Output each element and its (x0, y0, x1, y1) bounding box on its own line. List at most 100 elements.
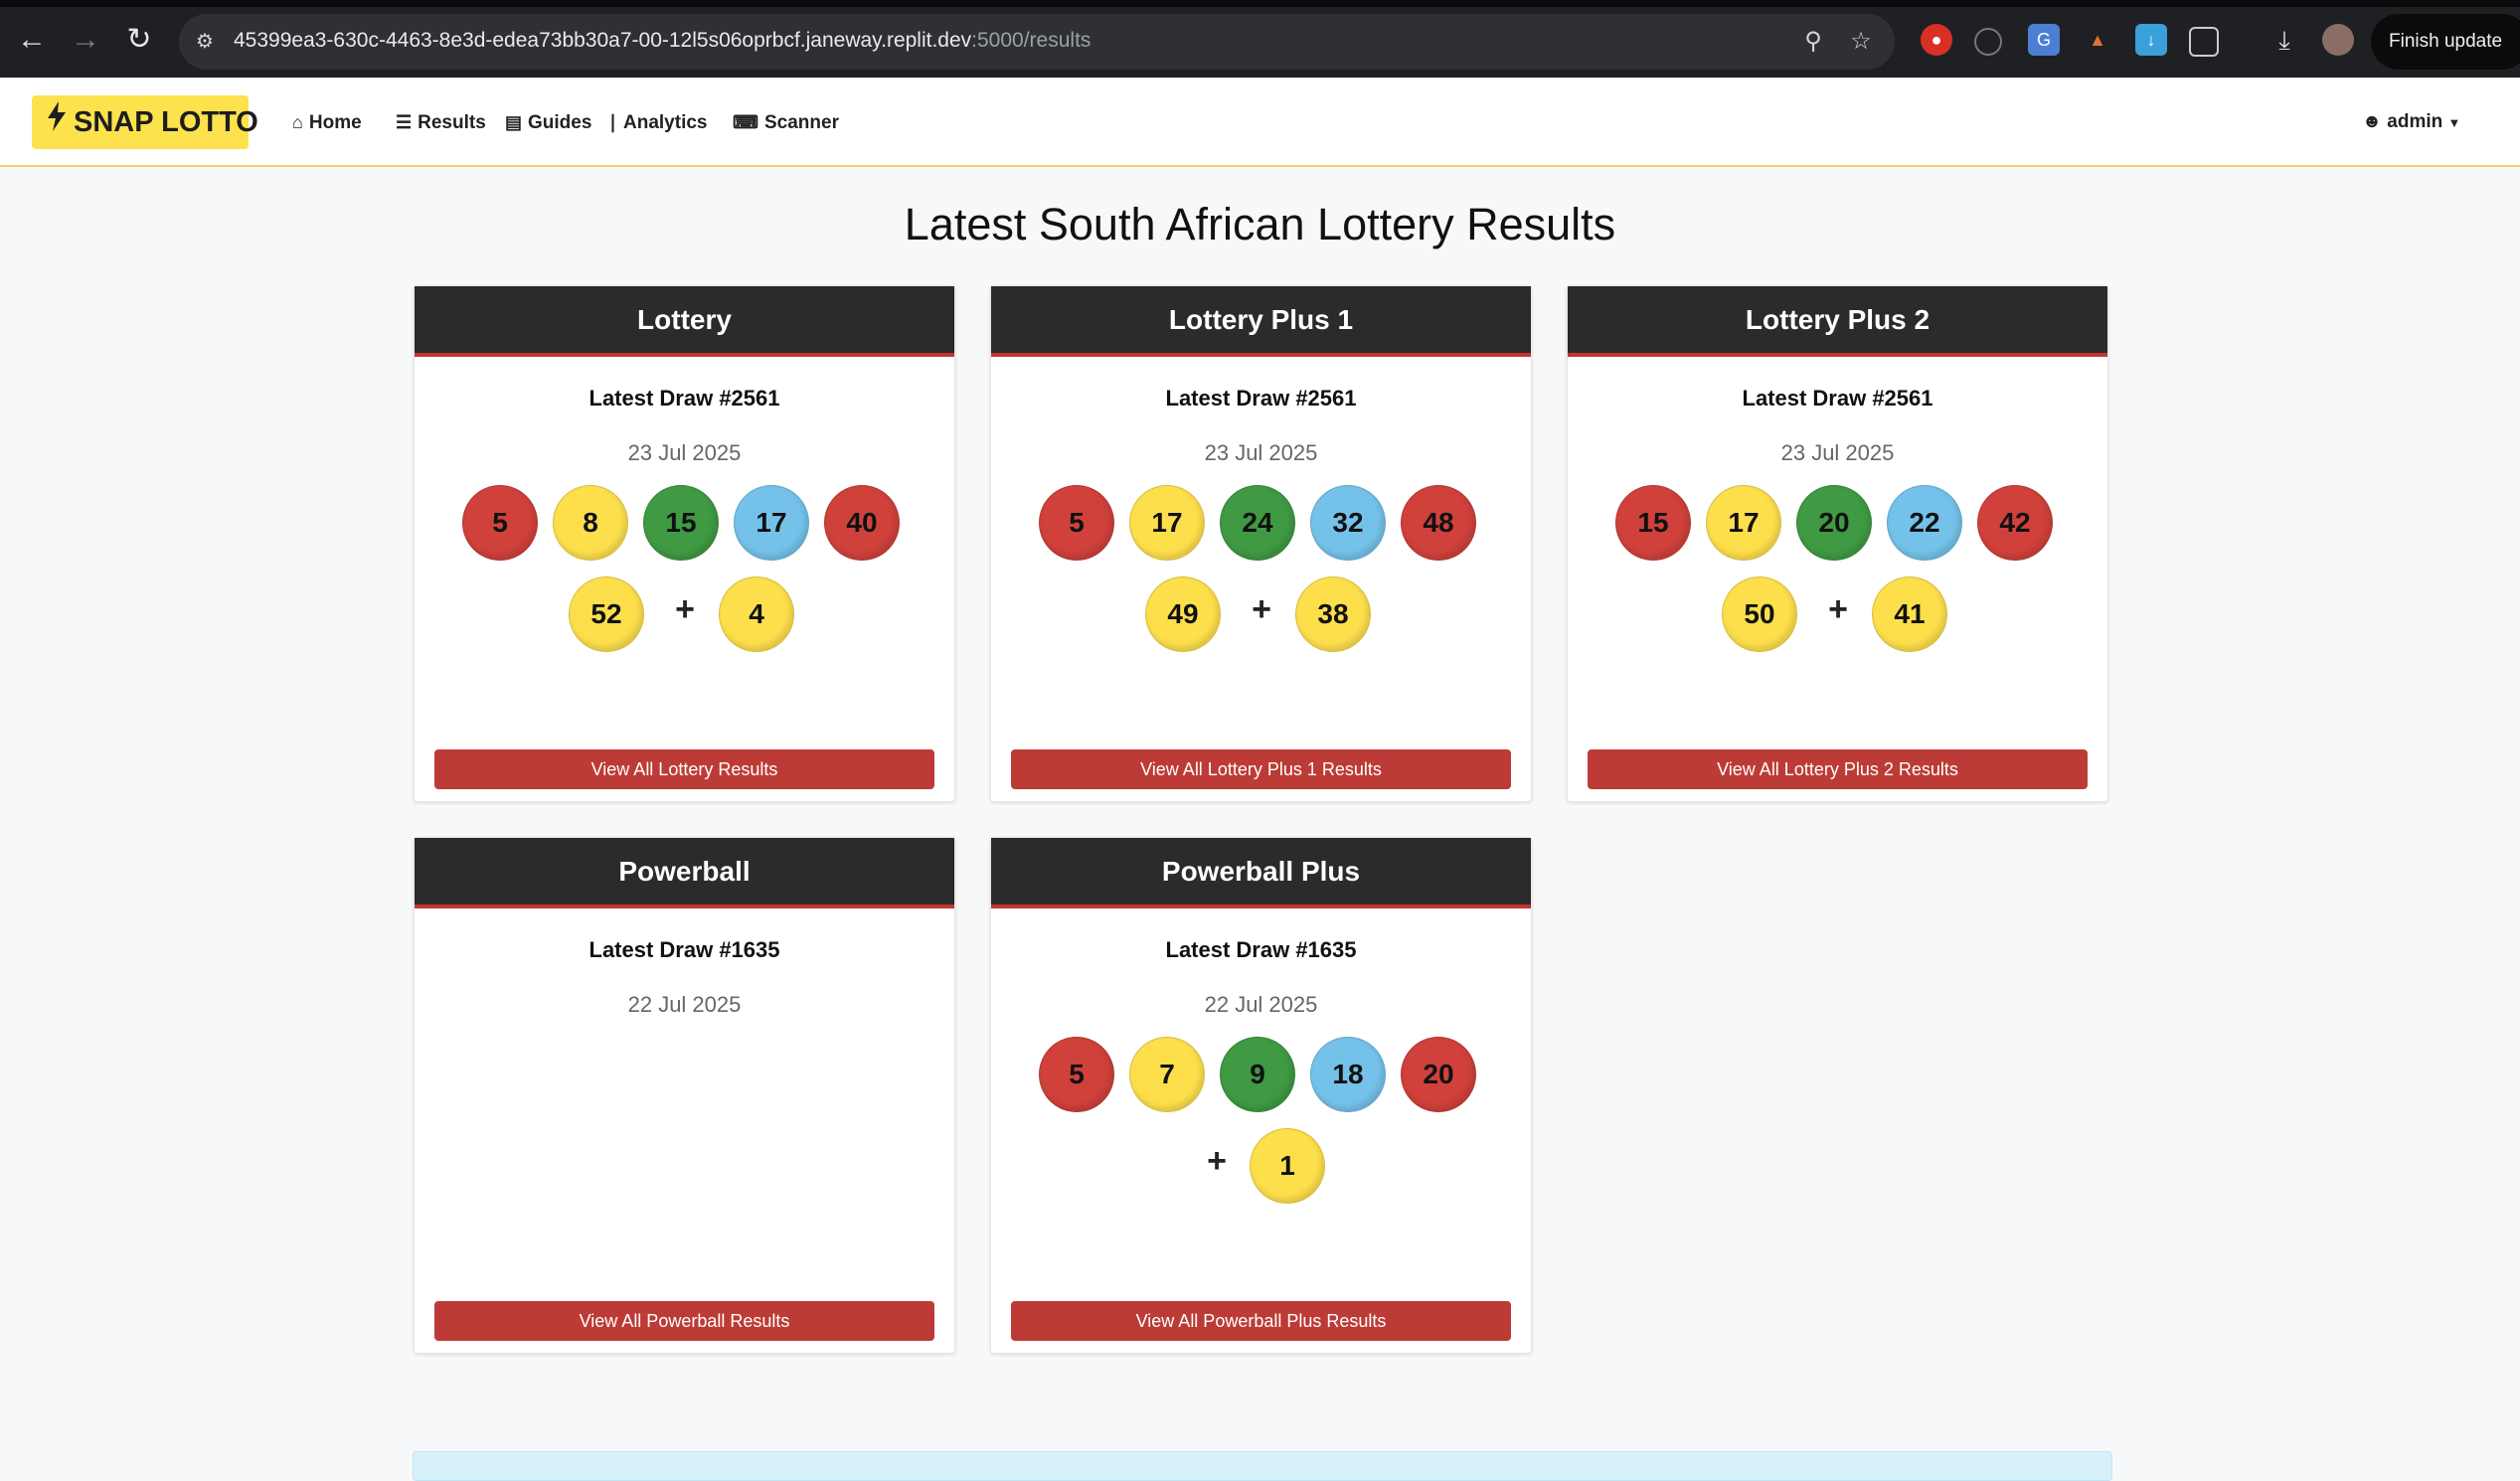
view-all-lottery-button[interactable]: View All Lottery Results (434, 749, 934, 789)
nav-results[interactable]: ☰ Results (396, 107, 486, 137)
ball: 32 (1310, 485, 1386, 561)
home-icon: ⌂ (292, 112, 303, 132)
url-host: 45399ea3-630c-4463-8e3d-edea73bb30a7-00-… (234, 29, 972, 52)
list-icon: ☰ (396, 112, 413, 132)
game-card-lottery-plus-1: Lottery Plus 1 Latest Draw #2561 23 Jul … (990, 285, 1532, 802)
extension-download-helper-icon[interactable]: ↓ (2135, 24, 2167, 56)
extension-fox-icon[interactable]: ▲ (2082, 24, 2113, 56)
tab-strip (0, 0, 2520, 7)
user-menu-dropdown[interactable]: ☻ admin ▼ (2362, 107, 2460, 137)
game-card-powerball: Powerball Latest Draw #1635 22 Jul 2025 … (414, 837, 955, 1354)
page-title: Latest South African Lottery Results (904, 199, 1616, 249)
caret-down-icon: ▼ (2447, 115, 2461, 130)
site-info-icon[interactable]: ⚙ (191, 28, 219, 56)
ball: 40 (824, 485, 900, 561)
draw-number: Latest Draw #1635 (588, 937, 780, 962)
ball: 20 (1796, 485, 1872, 561)
ball: 17 (1706, 485, 1781, 561)
ball: 48 (1401, 485, 1476, 561)
keyboard-icon: ⌨ (733, 112, 758, 132)
ball: 15 (643, 485, 719, 561)
draw-number: Latest Draw #1635 (1165, 937, 1357, 962)
download-icon[interactable]: ⤓ (2268, 24, 2300, 56)
brand-label: SNAP LOTTO (74, 106, 258, 138)
ball: 49 (1145, 576, 1221, 652)
draw-date: 23 Jul 2025 (627, 440, 742, 465)
draw-number: Latest Draw #2561 (588, 386, 780, 411)
ball: 24 (1220, 485, 1295, 561)
view-all-powerball-plus-button[interactable]: View All Powerball Plus Results (1011, 1301, 1511, 1341)
ball: 42 (1977, 485, 2053, 561)
bonus-ball: 4 (719, 576, 794, 652)
card-title: Lottery Plus 1 (991, 286, 1531, 357)
card-title: Lottery (415, 286, 954, 357)
extension-shield-icon[interactable]: ● (1921, 24, 1952, 56)
game-card-lottery: Lottery Latest Draw #2561 23 Jul 2025 5 … (414, 285, 955, 802)
nav-home-label: Home (308, 112, 362, 133)
brand-logo[interactable]: SNAP LOTTO (32, 95, 258, 149)
nav-scanner-label: Scanner (763, 112, 839, 133)
extension-translate-icon[interactable]: G (2028, 24, 2060, 56)
bonus-ball: 1 (1250, 1128, 1325, 1204)
info-alert (413, 1451, 2112, 1481)
browser-chrome: ← → ↻ ⚙ 45399ea3-630c-4463-8e3d-edea73bb… (0, 0, 2520, 78)
ball: 5 (462, 485, 538, 561)
bonus-ball: 38 (1295, 576, 1371, 652)
draw-number: Latest Draw #2561 (1165, 386, 1357, 411)
book-icon: ▤ (505, 112, 523, 132)
chart-icon: ∣ (608, 112, 617, 132)
plus-sign: + (1252, 590, 1271, 628)
nav-home[interactable]: ⌂ Home (292, 107, 362, 137)
ball: 5 (1039, 1037, 1114, 1112)
game-card-lottery-plus-2: Lottery Plus 2 Latest Draw #2561 23 Jul … (1567, 285, 2108, 802)
extensions-puzzle-icon[interactable] (2189, 27, 2219, 57)
user-name: admin (2387, 111, 2443, 132)
nav-guides[interactable]: ▤ Guides (505, 107, 591, 137)
ball: 50 (1722, 576, 1797, 652)
card-title: Powerball Plus (991, 838, 1531, 908)
extension-circle-icon[interactable] (1974, 28, 2002, 56)
ball: 22 (1887, 485, 1962, 561)
nav-results-label: Results (418, 112, 486, 133)
plus-sign: + (1828, 590, 1848, 628)
view-all-powerball-button[interactable]: View All Powerball Results (434, 1301, 934, 1341)
bonus-ball: 41 (1872, 576, 1947, 652)
back-icon[interactable]: ← (12, 20, 52, 60)
profile-avatar[interactable] (2322, 24, 2354, 56)
nav-guides-label: Guides (528, 112, 592, 133)
nav-scanner[interactable]: ⌨ Scanner (733, 107, 839, 137)
ball: 18 (1310, 1037, 1386, 1112)
draw-date: 23 Jul 2025 (1204, 440, 1318, 465)
nav-analytics[interactable]: ∣ Analytics (608, 107, 707, 137)
draw-date: 22 Jul 2025 (627, 992, 742, 1017)
address-bar[interactable]: ⚙ 45399ea3-630c-4463-8e3d-edea73bb30a7-0… (179, 14, 1895, 70)
star-icon[interactable]: ☆ (1845, 26, 1877, 58)
plus-sign: + (1207, 1142, 1227, 1180)
user-circle-icon: ☻ (2362, 111, 2382, 132)
forward-icon[interactable]: → (66, 20, 105, 60)
ball: 8 (553, 485, 628, 561)
ball: 5 (1039, 485, 1114, 561)
draw-date: 23 Jul 2025 (1780, 440, 1895, 465)
view-all-lottery-plus-1-button[interactable]: View All Lottery Plus 1 Results (1011, 749, 1511, 789)
plus-sign: + (675, 590, 695, 628)
ball: 15 (1615, 485, 1691, 561)
ball: 7 (1129, 1037, 1205, 1112)
draw-number: Latest Draw #2561 (1742, 386, 1933, 411)
finish-update-button[interactable]: Finish update (2371, 14, 2520, 70)
zoom-icon[interactable]: ⚲ (1797, 26, 1829, 58)
ball: 52 (569, 576, 644, 652)
ball: 9 (1220, 1037, 1295, 1112)
nav-analytics-label: Analytics (623, 112, 708, 133)
view-all-lottery-plus-2-button[interactable]: View All Lottery Plus 2 Results (1588, 749, 2088, 789)
ball: 17 (1129, 485, 1205, 561)
game-card-powerball-plus: Powerball Plus Latest Draw #1635 22 Jul … (990, 837, 1532, 1354)
url-path: :5000/results (971, 29, 1092, 52)
draw-date: 22 Jul 2025 (1204, 992, 1318, 1017)
bolt-icon (46, 95, 70, 149)
card-title: Powerball (415, 838, 954, 908)
ball: 17 (734, 485, 809, 561)
reload-icon[interactable]: ↻ (119, 20, 159, 60)
ball: 20 (1401, 1037, 1476, 1112)
url-text[interactable]: 45399ea3-630c-4463-8e3d-edea73bb30a7-00-… (234, 29, 1091, 53)
